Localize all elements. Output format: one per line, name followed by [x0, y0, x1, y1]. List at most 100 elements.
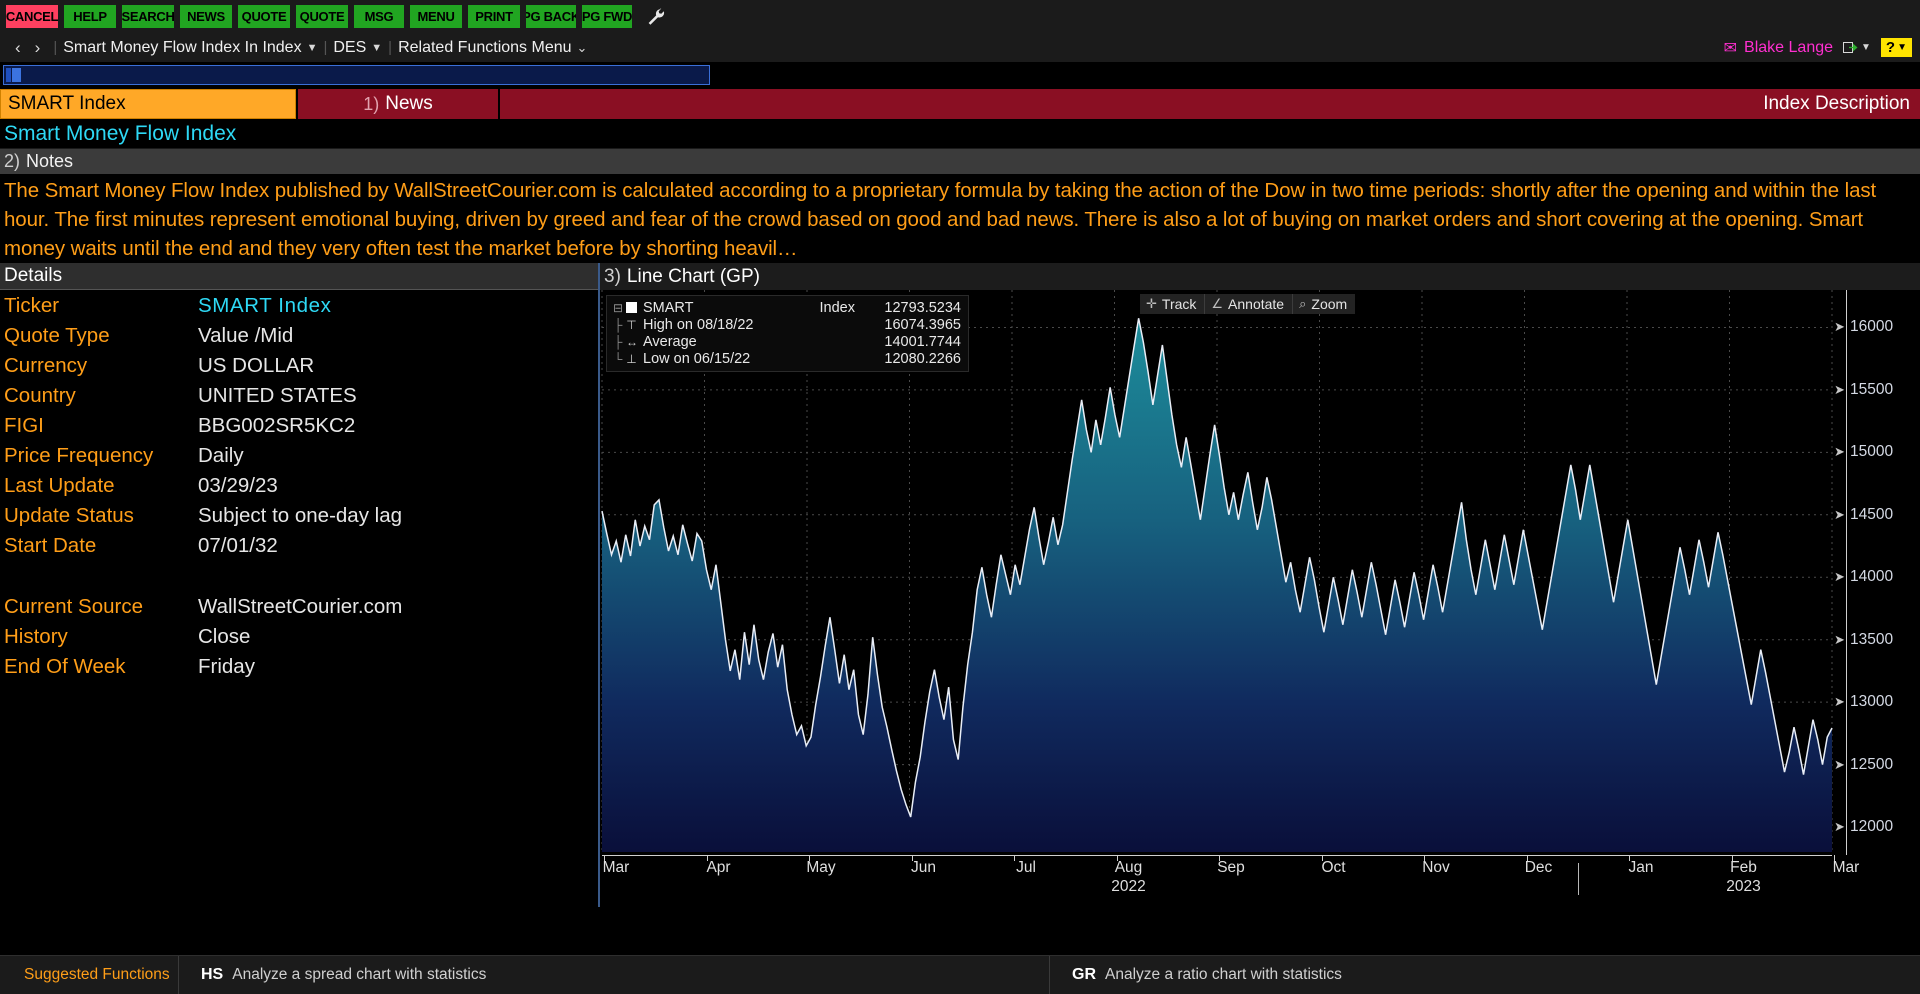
index-description-banner: Index Description	[500, 89, 1920, 119]
x-tick-mark	[1116, 855, 1118, 861]
toolbar-button-search[interactable]: SEARCH	[122, 5, 174, 28]
toolbar-button-quote[interactable]: QUOTE	[238, 5, 290, 28]
envelope-icon: ✉	[1723, 39, 1738, 57]
suggested-function-gr[interactable]: GR Analyze a ratio chart with statistics	[1049, 955, 1920, 994]
x-tick-month: Aug	[1114, 859, 1143, 876]
x-tick-mark	[1014, 855, 1015, 861]
navbar-right-group: ✉ Blake Lange ▼ ? ▼	[1724, 38, 1920, 58]
y-tick-marker: ➤	[1834, 631, 1845, 647]
command-prompt-marker	[6, 68, 11, 82]
user-name-label: Blake Lange	[1744, 38, 1834, 56]
wrench-icon[interactable]	[646, 5, 666, 28]
y-tick-marker: ➤	[1834, 694, 1845, 710]
x-tick-label: Jul	[1016, 859, 1036, 877]
details-row: Country UNITED STATES	[0, 381, 598, 411]
toolbar-button-print[interactable]: PRINT	[468, 5, 520, 28]
chevron-double-down-icon[interactable]: ⌄	[577, 40, 588, 56]
detail-value-update-status: Subject to one-day lag	[198, 504, 402, 527]
details-header-label: Details	[4, 265, 63, 286]
x-tick-month: Apr	[706, 859, 731, 876]
chevron-down-icon-security[interactable]: ▼	[307, 42, 318, 54]
x-tick-month: Jun	[911, 859, 936, 876]
related-functions-menu[interactable]: Related Functions Menu	[398, 39, 571, 57]
tab-smart-index[interactable]: SMART Index	[0, 89, 296, 119]
details-row: Price Frequency Daily	[0, 441, 598, 471]
help-button[interactable]: ? ▼	[1880, 38, 1912, 57]
details-row-group-primary: Ticker SMART Index Quote Type Value /Mid Cur…	[0, 290, 598, 561]
legend-series-label: Average	[643, 333, 697, 350]
toolbar-button-help[interactable]: HELP	[64, 5, 116, 28]
legend-row: ├ ⊤ High on 08/18/22 16074.3965	[610, 316, 961, 333]
toolbar-button-quote[interactable]: QUOTE	[296, 5, 348, 28]
index-description-label: Index Description	[1763, 93, 1910, 114]
command-input[interactable]	[3, 65, 710, 85]
toolbar-button-news[interactable]: NEWS	[180, 5, 232, 28]
toolbar-button-menu[interactable]: MENU	[410, 5, 462, 28]
function-selector[interactable]: DES	[333, 39, 366, 57]
notes-section-header[interactable]: 2) Notes	[0, 148, 1920, 174]
x-tick-month: Feb	[1730, 859, 1757, 876]
chart-header[interactable]: 3) Line Chart (GP)	[600, 263, 1920, 290]
detail-value-currency: US DOLLAR	[198, 354, 315, 377]
main-content: Details Ticker SMART Index Quote Type Value…	[0, 263, 1920, 907]
tab-news-number: 1)	[363, 93, 380, 114]
suggested-function-code: HS	[201, 966, 224, 983]
x-tick-label: Sep	[1217, 859, 1245, 877]
toolbar-button-pg-back[interactable]: PG BACK	[526, 5, 576, 28]
details-row: Start Date 07/01/32	[0, 531, 598, 561]
toolbar-button-cancel[interactable]: CANCEL	[6, 5, 58, 28]
suggested-function-description: Analyze a spread chart with statistics	[232, 966, 487, 983]
chevron-down-icon-function[interactable]: ▼	[371, 42, 382, 54]
detail-label-start-date: Start Date	[4, 534, 97, 557]
details-panel: Details Ticker SMART Index Quote Type Value…	[0, 263, 600, 907]
angle-icon: ∠	[1211, 296, 1224, 311]
chart-tool-label: Annotate	[1228, 296, 1285, 312]
tab-news[interactable]: 1) News	[296, 89, 500, 119]
x-tick-mark	[1834, 855, 1835, 861]
suggested-function-hs[interactable]: HS Analyze a spread chart with statistics	[178, 955, 1049, 994]
detail-label-update-status: Update Status	[4, 504, 134, 527]
y-tick-label: 13500	[1850, 630, 1894, 648]
y-tick-marker: ➤	[1834, 506, 1845, 522]
nav-forward-icon[interactable]: ›	[28, 38, 48, 58]
y-tick-label: 15500	[1850, 380, 1894, 398]
legend-value: 14001.7744	[884, 333, 961, 350]
export-icon[interactable]: ▼	[1843, 41, 1871, 54]
legend-tree-icon: ├	[613, 317, 623, 332]
x-tick-month: Jul	[1016, 859, 1036, 876]
detail-label-current-source: Current Source	[4, 595, 144, 618]
detail-value-figi: BBG002SR5KC2	[198, 414, 356, 437]
function-toolbar: CANCEL HELP SEARCH NEWS QUOTE QUOTE MSG MENU PRI…	[0, 0, 1920, 33]
y-tick-marker: ➤	[1834, 319, 1845, 335]
legend-tree-icon: ├	[613, 334, 623, 349]
chart-zoom-button[interactable]: ⌕ Zoom	[1293, 294, 1356, 314]
legend-color-swatch	[626, 302, 637, 313]
detail-value-ticker[interactable]: SMART Index	[198, 294, 331, 318]
detail-value-history: Close	[198, 625, 251, 648]
toolbar-button-pg-fwd[interactable]: PG FWD	[582, 5, 632, 28]
legend-value: 12080.2266	[884, 350, 961, 367]
chevron-down-icon-help: ▼	[1897, 42, 1907, 53]
x-tick-mark	[706, 855, 708, 861]
bloomberg-terminal-window: CANCEL HELP SEARCH NEWS QUOTE QUOTE MSG MENU PRI…	[0, 0, 1920, 994]
chart-annotate-button[interactable]: ∠ Annotate	[1205, 294, 1294, 314]
x-axis: Mar Apr May Jun Jul Aug 2022 Sep Oct Nov Dec Jan Feb…	[600, 855, 1920, 907]
x-tick-month: Jan	[1628, 859, 1654, 876]
user-account[interactable]: ✉ Blake Lange	[1724, 38, 1833, 58]
chart-plot-area[interactable]: ⊟ SMART Index 12793.5234 ├ ⊤ High on 08/18/22 1…	[600, 290, 1920, 855]
nav-back-icon[interactable]: ‹	[8, 38, 28, 58]
details-row: Update Status Subject to one-day lag	[0, 501, 598, 531]
toolbar-button-msg[interactable]: MSG	[354, 5, 404, 28]
legend-row: ├ ↔ Average 14001.7744	[610, 333, 961, 350]
x-tick-mark	[1526, 855, 1528, 861]
chart-track-button[interactable]: ✛ Track	[1140, 294, 1206, 314]
legend-tree-icon[interactable]: ⊟	[610, 301, 626, 315]
navigation-bar: ‹ › | Smart Money Flow Index In Index ▼ …	[0, 33, 1920, 63]
tab-smart-index-label: SMART Index	[8, 93, 126, 114]
suggested-functions-label: Suggested Functions	[24, 966, 170, 983]
security-selector[interactable]: Smart Money Flow Index In Index	[63, 39, 301, 57]
detail-label-country: Country	[4, 384, 76, 407]
chart-title: Line Chart (GP)	[626, 265, 760, 287]
y-tick-marker: ➤	[1834, 756, 1845, 772]
detail-label-figi: FIGI	[4, 414, 44, 437]
